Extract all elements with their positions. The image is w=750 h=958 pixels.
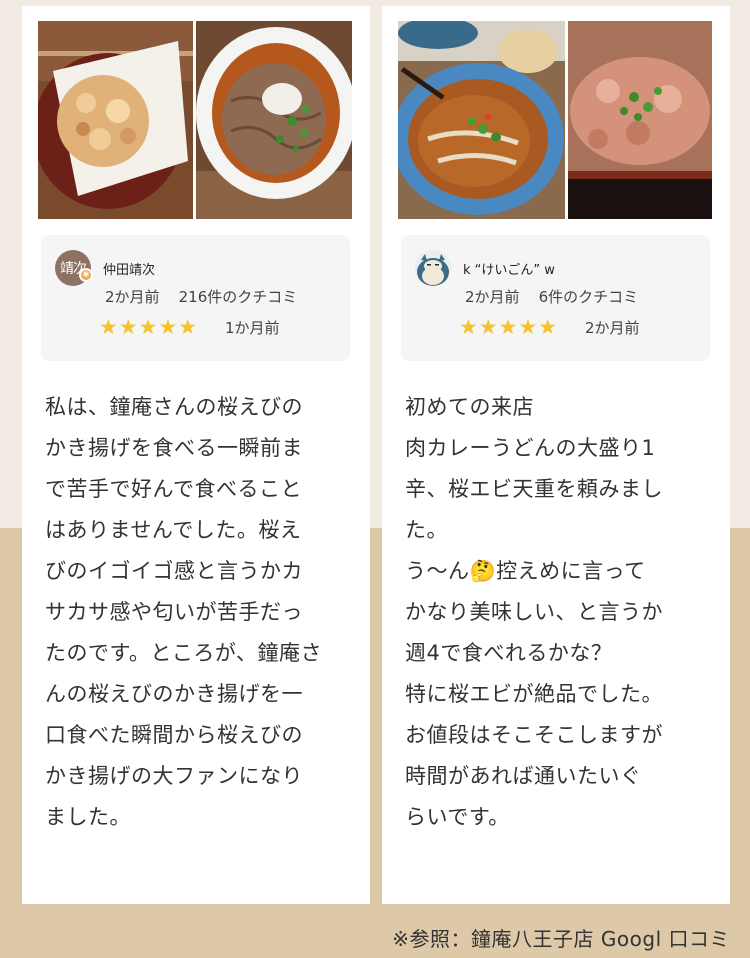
kakiage-tempura-photo[interactable]: [38, 21, 193, 219]
review-text-line: 口食べた瞬間から桜えびの: [45, 723, 303, 747]
reviewer-name[interactable]: k “けいごん” w: [463, 259, 555, 278]
review-text-line: サカサ感や匂いが苦手だっ: [45, 600, 303, 624]
curry-udon-photo[interactable]: [398, 21, 565, 219]
review-text-line: 週4で食べれるかな？: [405, 641, 613, 665]
review-text-line: びのイゴイゴ感と言うかカ: [45, 559, 303, 583]
review-text-line: かき揚げを食べる一瞬前ま: [45, 436, 303, 460]
review-text-line: かなり美味しい、と言うか: [405, 600, 663, 624]
review-card-nakata: 靖次 ✱ 仲田靖次 2か月前 216件のクチコミ ★★★★★ 1か月前 私は、鐘…: [22, 6, 370, 904]
review-text-line: で苦手で好んで食べること: [45, 477, 302, 501]
review-text-line: た。: [405, 518, 448, 542]
review-age: 1か月前: [225, 319, 280, 337]
review-text-line: んの桜えびのかき揚げを一: [45, 682, 303, 706]
rating-stars: ★★★★★: [99, 315, 199, 339]
review-text-line: う〜ん🤔控えめに言って: [405, 559, 646, 583]
review-text: 初めての来店 肉カレーうどんの大盛り1 辛、桜エビ天重を頼みまし た。 う〜ん🤔…: [405, 387, 715, 838]
review-text-line: お値段はそこそこしますが: [405, 723, 663, 747]
review-text: 私は、鐘庵さんの桜えびの かき揚げを食べる一瞬前ま で苦手で好んで食べること は…: [45, 387, 355, 838]
reviewer-avatar[interactable]: [415, 250, 451, 286]
local-guide-badge-icon: ✱: [79, 268, 93, 282]
reviewer-info-panel: 靖次 ✱ 仲田靖次 2か月前 216件のクチコミ ★★★★★ 1か月前: [41, 235, 350, 361]
oroshi-soba-photo[interactable]: [196, 21, 352, 219]
reviewer-stats: 2か月前 216件のクチコミ: [105, 286, 297, 307]
review-text-line: 肉カレーうどんの大盛り1: [405, 436, 656, 460]
review-text-line: 辛、桜エビ天重を頼みまし: [405, 477, 663, 501]
rating-stars: ★★★★★: [459, 315, 559, 339]
review-card-keigon: k “けいごん” w 2か月前 6件のクチコミ ★★★★★ 2か月前 初めての来…: [382, 6, 730, 904]
source-footnote: ※参照：鐘庵八王子店 Googl 口コミ: [392, 927, 730, 951]
review-text-line: かき揚げの大ファンになり: [45, 764, 303, 788]
reviewer-timeago: 2か月前: [465, 288, 520, 306]
reviewer-stats: 2か月前 6件のクチコミ: [465, 286, 638, 307]
review-text-line: 特に桜エビが絶品でした。: [405, 682, 663, 706]
reviewer-review-count: 6件のクチコミ: [538, 288, 639, 306]
review-age: 2か月前: [585, 319, 640, 337]
reviewer-info-panel: k “けいごん” w 2か月前 6件のクチコミ ★★★★★ 2か月前: [401, 235, 710, 361]
reviewer-timeago: 2か月前: [105, 288, 160, 306]
review-text-line: 時間があれば通いたいぐ: [405, 764, 642, 788]
review-photos: [398, 21, 712, 219]
review-text-line: たのです。ところが、鐘庵さ: [45, 641, 322, 665]
review-text-line: 私は、鐘庵さんの桜えびの: [45, 395, 303, 419]
review-text-line: はありませんでした。桜え: [45, 518, 302, 542]
review-text-line: ました。: [45, 805, 131, 829]
sakura-ebi-tendon-photo[interactable]: [568, 21, 712, 219]
snorlax-avatar-icon: [415, 250, 451, 286]
reviewer-name[interactable]: 仲田靖次: [103, 259, 155, 278]
reviewer-review-count: 216件のクチコミ: [178, 288, 298, 306]
review-text-line: 初めての来店: [405, 395, 534, 419]
review-photos: [38, 21, 352, 219]
review-text-line: らいです。: [405, 805, 510, 829]
